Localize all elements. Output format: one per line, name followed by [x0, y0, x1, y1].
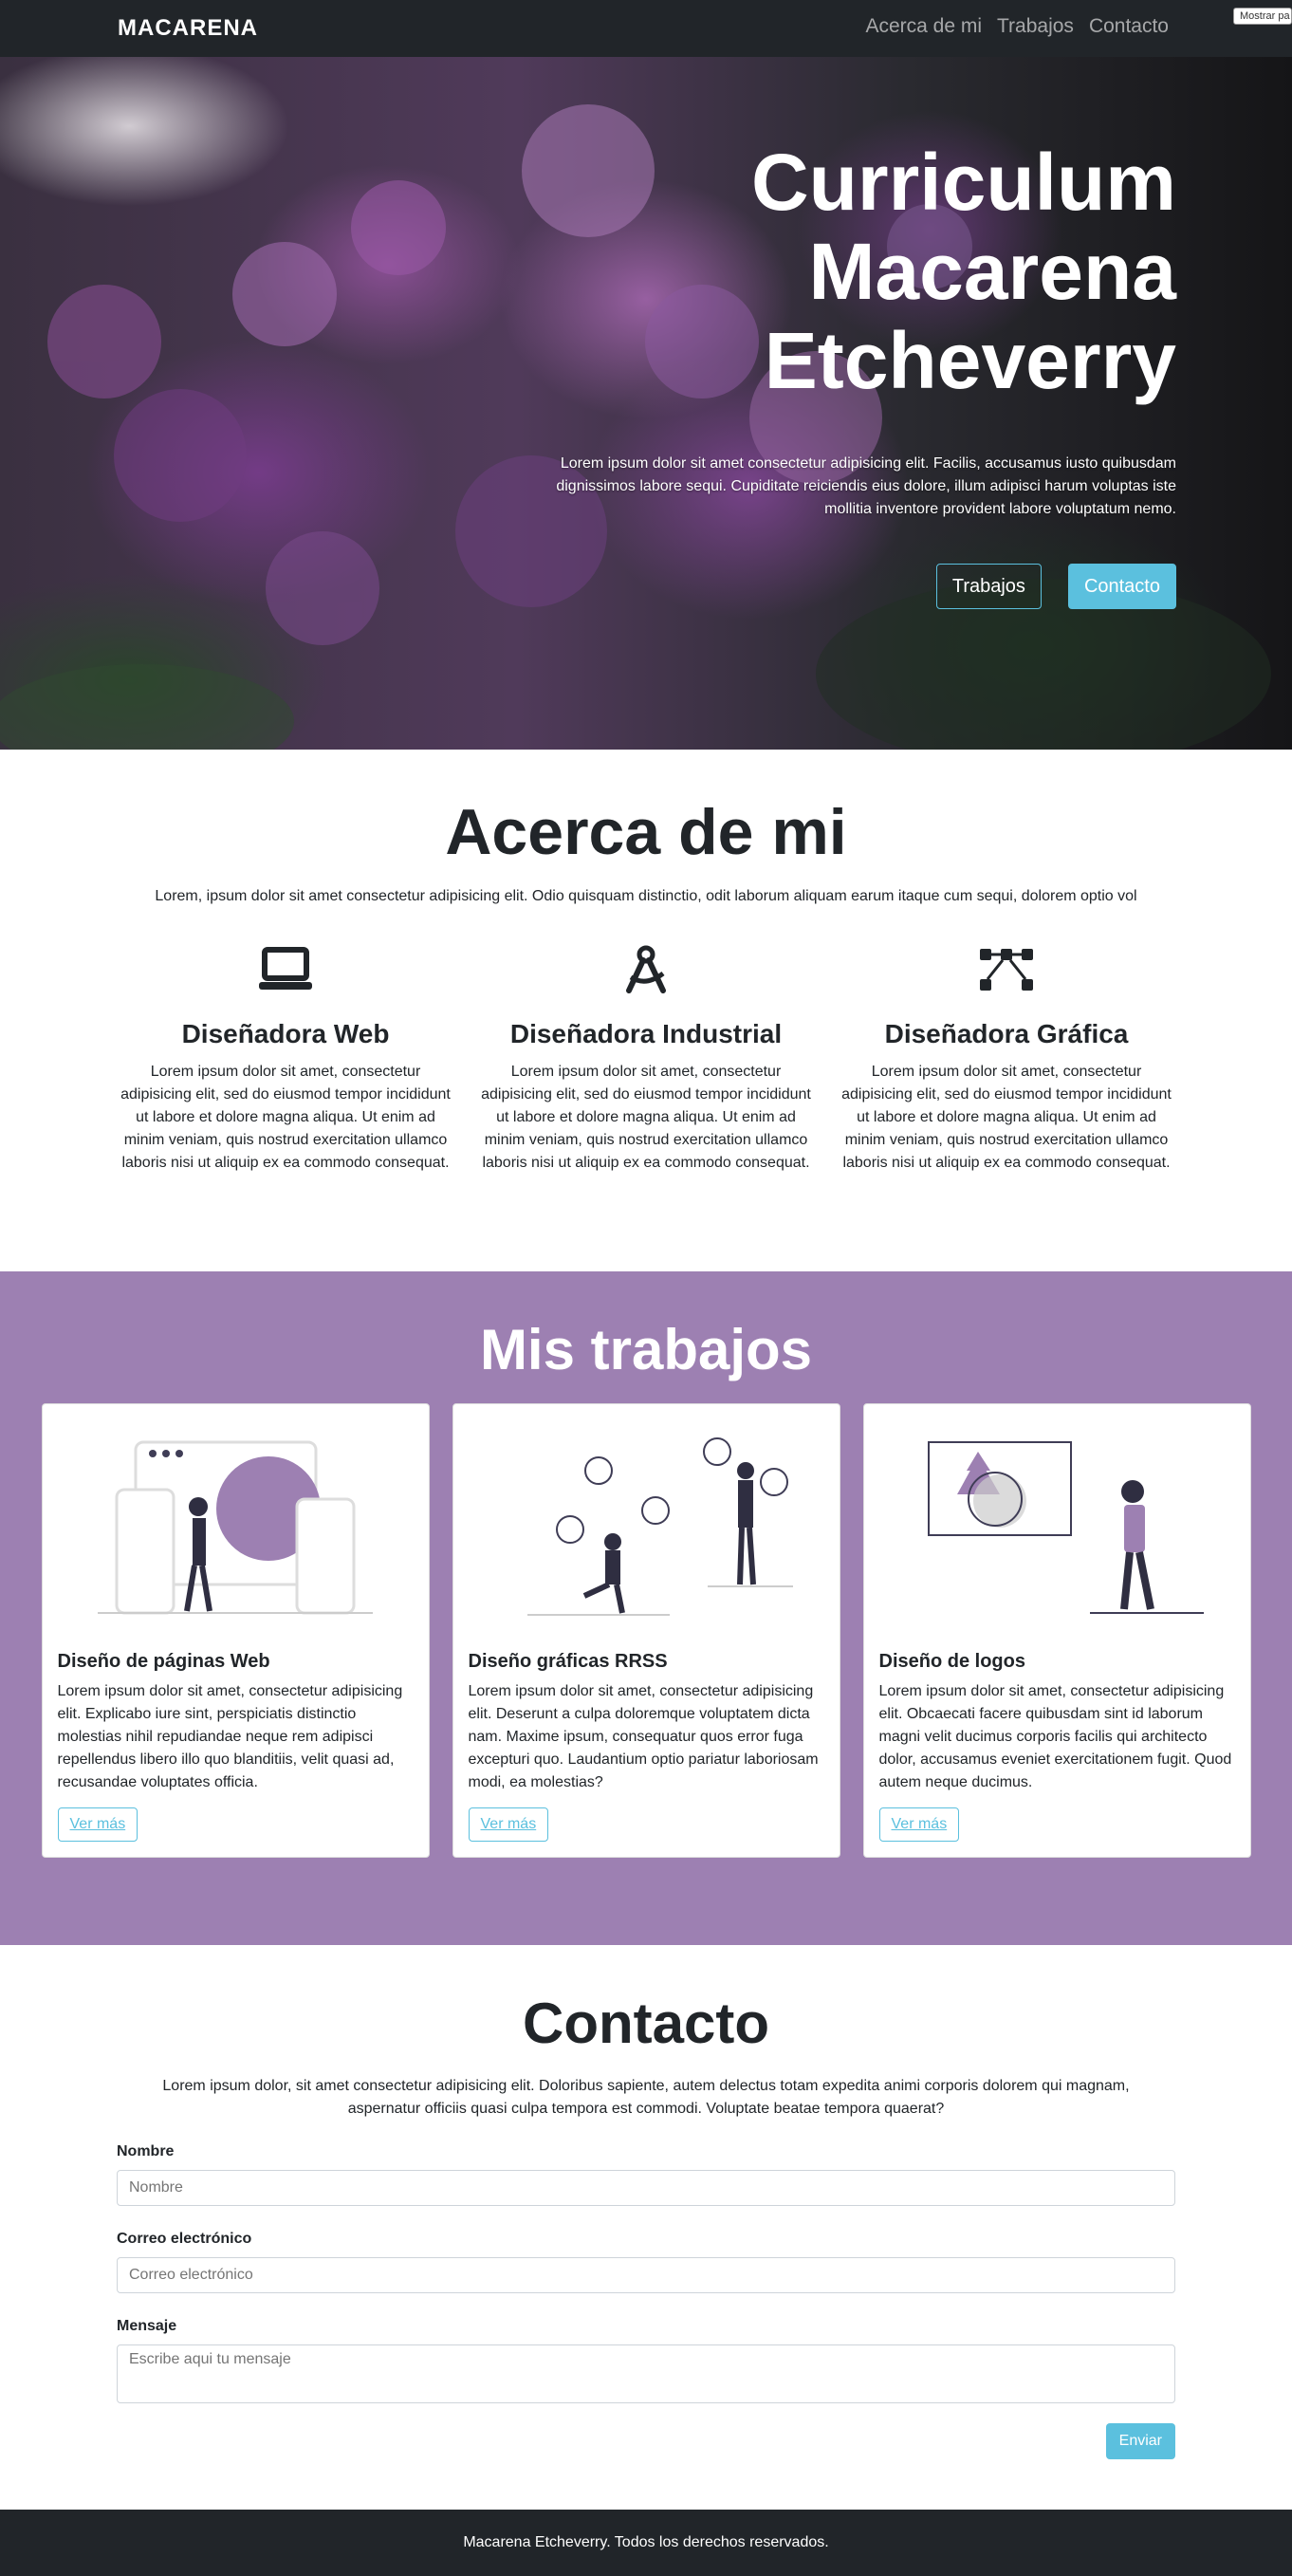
- email-group: Correo electrónico: [117, 2231, 1175, 2293]
- navbar: MACARENA Acerca de mi Trabajos Contacto …: [0, 0, 1292, 57]
- contacto-button[interactable]: Contacto: [1067, 564, 1176, 609]
- message-textarea[interactable]: [117, 2344, 1175, 2403]
- message-group: Mensaje: [117, 2318, 1175, 2408]
- social-media-illustration: [453, 1404, 840, 1651]
- work-card: Diseño de páginas Web Lorem ipsum dolor …: [41, 1403, 430, 1858]
- nav-link-trabajos[interactable]: Trabajos: [997, 15, 1074, 38]
- card-text: Lorem ipsum dolor sit amet, consectetur …: [878, 1683, 1232, 1790]
- feature-grafica: Diseñadora Gráfica Lorem ipsum dolor sit…: [838, 943, 1175, 1175]
- web-design-illustration: [43, 1404, 429, 1651]
- work-card: Diseño de logos Lorem ipsum dolor sit am…: [862, 1403, 1251, 1858]
- card-text: Lorem ipsum dolor sit amet, consectetur …: [57, 1683, 403, 1790]
- features: Diseñadora Web Lorem ipsum dolor sit ame…: [0, 943, 1292, 1175]
- feature-industrial: Diseñadora Industrial Lorem ipsum dolor …: [477, 943, 815, 1175]
- logo-design-illustration: [864, 1404, 1250, 1651]
- feature-title: Diseñadora Gráfica: [884, 1019, 1129, 1048]
- works-section: Mis trabajos Diseño de páginas Web Lorem…: [0, 1271, 1292, 1945]
- card-body: Diseño gráficas RRSS Lorem ipsum dolor s…: [453, 1651, 840, 1857]
- ver-mas-button[interactable]: Ver más: [57, 1807, 138, 1842]
- card-body: Diseño de logos Lorem ipsum dolor sit am…: [864, 1651, 1250, 1857]
- compass-drafting-icon: [477, 943, 815, 996]
- footer: Macarena Etcheverry. Todos los derechos …: [0, 2510, 1292, 2576]
- ver-mas-button[interactable]: Ver más: [468, 1807, 549, 1842]
- about-title: Acerca de mi: [445, 796, 847, 868]
- card-title: Diseño de páginas Web: [57, 1651, 270, 1672]
- contact-section: Contacto Lorem ipsum dolor, sit amet con…: [0, 1945, 1292, 2510]
- trabajos-button[interactable]: Trabajos: [935, 564, 1042, 609]
- card-text: Lorem ipsum dolor sit amet, consectetur …: [468, 1683, 819, 1790]
- show-toggle-button[interactable]: Mostrar pa: [1233, 8, 1292, 25]
- laptop-icon: [117, 943, 454, 996]
- card-title: Diseño de logos: [878, 1651, 1025, 1672]
- contact-title: Contacto: [523, 1992, 769, 2055]
- work-cards: Diseño de páginas Web Lorem ipsum dolor …: [0, 1403, 1292, 1858]
- brand-logo[interactable]: MACARENA: [118, 15, 258, 42]
- feature-text: Lorem ipsum dolor sit amet, consectetur …: [120, 1064, 451, 1171]
- feature-text: Lorem ipsum dolor sit amet, consectetur …: [841, 1064, 1172, 1171]
- submit-button[interactable]: Enviar: [1105, 2423, 1175, 2459]
- submit-row: Enviar: [117, 2423, 1175, 2459]
- ver-mas-button[interactable]: Ver más: [878, 1807, 960, 1842]
- hero-section: Curriculum Macarena Etcheverry Lorem ips…: [0, 57, 1292, 750]
- hero-title: Curriculum Macarena Etcheverry: [750, 138, 1176, 405]
- work-card: Diseño gráficas RRSS Lorem ipsum dolor s…: [452, 1403, 840, 1858]
- feature-title: Diseñadora Industrial: [509, 1019, 783, 1048]
- nav-link-contacto[interactable]: Contacto: [1089, 15, 1169, 38]
- about-lead: Lorem, ipsum dolor sit amet consectetur …: [155, 888, 1137, 904]
- feature-web: Diseñadora Web Lorem ipsum dolor sit ame…: [117, 943, 454, 1175]
- name-group: Nombre: [117, 2143, 1175, 2206]
- email-input[interactable]: [117, 2257, 1175, 2293]
- contact-form: Nombre Correo electrónico Mensaje Enviar: [117, 2143, 1175, 2459]
- hero-text: Lorem ipsum dolor sit amet consectetur a…: [556, 455, 1176, 517]
- hero-buttons: Trabajos Contacto: [550, 564, 1176, 609]
- about-section: Acerca de mi Lorem, ipsum dolor sit amet…: [0, 750, 1292, 1271]
- feature-text: Lorem ipsum dolor sit amet, consectetur …: [481, 1064, 811, 1171]
- nav-links: Acerca de mi Trabajos Contacto: [865, 15, 1169, 38]
- feature-title: Diseñadora Web: [181, 1019, 390, 1048]
- card-body: Diseño de páginas Web Lorem ipsum dolor …: [43, 1651, 429, 1857]
- nav-link-acerca[interactable]: Acerca de mi: [865, 15, 982, 38]
- card-title: Diseño gráficas RRSS: [468, 1651, 668, 1672]
- message-label: Mensaje: [117, 2318, 177, 2334]
- hero-content: Curriculum Macarena Etcheverry Lorem ips…: [550, 138, 1176, 609]
- name-input[interactable]: [117, 2170, 1175, 2206]
- footer-text: Macarena Etcheverry. Todos los derechos …: [463, 2534, 829, 2550]
- works-title: Mis trabajos: [479, 1318, 813, 1381]
- name-label: Nombre: [117, 2143, 175, 2159]
- vector-nodes-icon: [838, 943, 1175, 996]
- contact-lead: Lorem ipsum dolor, sit amet consectetur …: [162, 2078, 1130, 2117]
- email-label: Correo electrónico: [117, 2231, 252, 2247]
